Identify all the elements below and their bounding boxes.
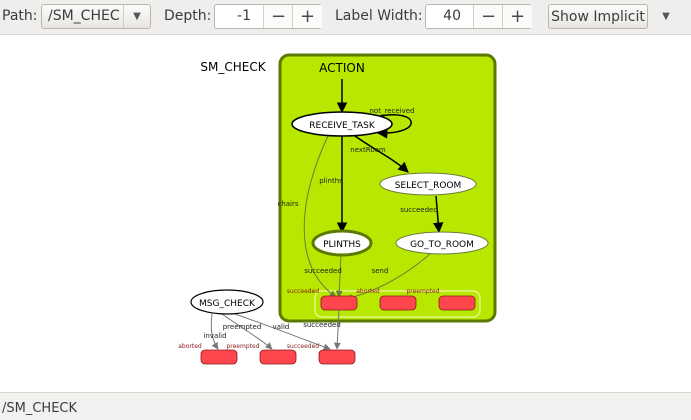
state-receive-task-label: RECEIVE_TASK [309,121,376,131]
state-go-to-room-label: GO_TO_ROOM [410,240,474,250]
state-select-room-label: SELECT_ROOM [395,181,462,191]
status-bar: /SM_CHECK [0,393,691,420]
depth-decrement-button[interactable]: − [263,5,293,28]
label-width-decrement-button[interactable]: − [473,5,503,28]
edge-label-valid: valid [273,323,290,331]
path-combobox[interactable]: /SM_CHEC ▼ [41,4,151,29]
edge-label-preempted: preempted [223,323,262,331]
state-msg-check-label: MSG_CHECK [199,299,256,309]
chevron-down-icon[interactable]: ▼ [123,5,150,28]
outcome-succeeded[interactable] [320,295,358,311]
outcome-label-aborted: aborted [356,288,380,295]
edge-label-not-received: not_received [370,107,415,115]
root-outcome-label-preempted: preempted [226,343,259,350]
edge-label-action-succeeded: succeeded [303,321,341,329]
edge-label-select-succeeded: succeeded [400,206,438,214]
root-outcome-preempted[interactable] [259,349,297,365]
outcome-preempted[interactable] [438,295,476,311]
outcome-label-preempted: preempted [406,288,439,295]
depth-label: Depth: [164,8,212,24]
label-width-value[interactable]: 40 [443,8,461,24]
graph-canvas[interactable]: SM_CHECK ACTION not_received nextRoom pl… [0,34,691,393]
chevron-down-icon[interactable]: ▼ [654,4,678,29]
edge-label-send: send [372,267,389,275]
label-width-label: Label Width: [335,8,423,24]
root-outcome-label-succeeded: succeeded [287,343,319,350]
state-machine-graph: SM_CHECK ACTION not_received nextRoom pl… [178,53,497,365]
root-outcome-aborted[interactable] [200,349,238,365]
show-implicit-button[interactable]: Show Implicit [548,4,648,29]
root-outcome-succeeded[interactable] [318,349,356,365]
label-width-spinbox[interactable]: 40 − + [425,4,532,29]
root-state-label: SM_CHECK [200,60,266,74]
action-container-label: ACTION [319,61,365,75]
path-label: Path: [2,8,38,24]
depth-spinbox[interactable]: -1 − + [214,4,322,29]
edge-label-chairs: chairs [277,200,298,208]
label-width-increment-button[interactable]: + [502,5,532,28]
edge-label-invalid: invalid [203,332,226,340]
path-value: /SM_CHEC [48,8,120,24]
state-plinths-label: PLINTHS [323,240,361,250]
outcome-aborted[interactable] [379,295,417,311]
edge-label-plinths-succeeded: succeeded [304,267,342,275]
root-outcome-label-aborted: aborted [178,343,202,350]
edge-label-plinths: plinths [319,177,343,185]
depth-value[interactable]: -1 [237,8,251,24]
outcome-label-succeeded: succeeded [287,288,319,295]
status-path: /SM_CHECK [2,401,78,416]
depth-increment-button[interactable]: + [292,5,322,28]
toolbar: Path: /SM_CHEC ▼ Depth: -1 − + Label Wid… [0,0,691,34]
edge-label-next-room: nextRoom [350,146,386,154]
